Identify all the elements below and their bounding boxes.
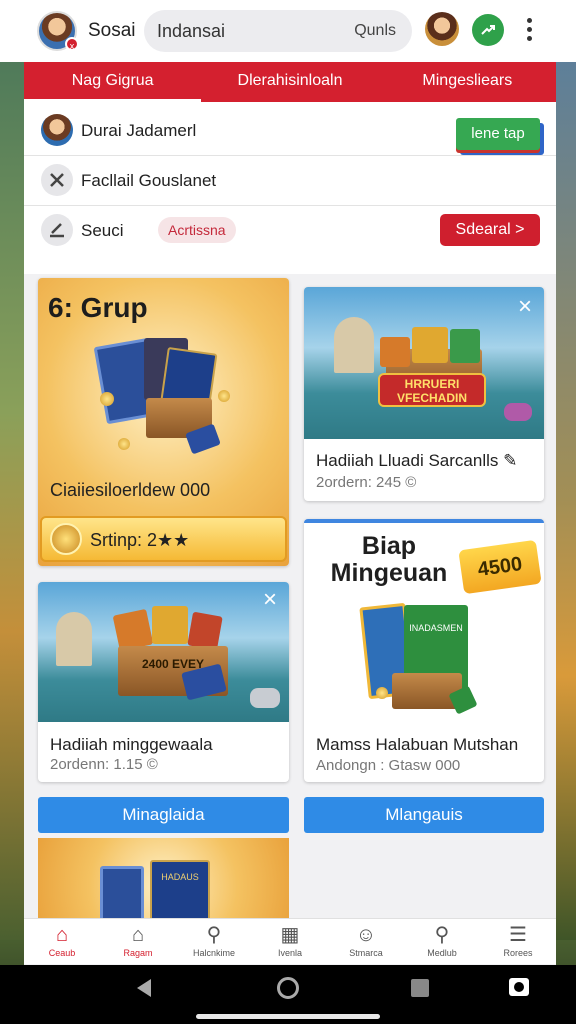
nav-item-grid[interactable]: ▦ Ivenla bbox=[252, 919, 328, 964]
profile-icon: ☺ bbox=[355, 924, 377, 946]
app-title: Sosai bbox=[88, 20, 136, 41]
user-avatar-icon bbox=[41, 114, 73, 146]
gesture-bar[interactable] bbox=[196, 1014, 380, 1019]
pool-scene-image: 2400 EVEY bbox=[38, 582, 289, 722]
home-button-icon[interactable] bbox=[277, 977, 299, 999]
bottom-navigation: ⌂ Ceaub ⌂ Ragam ⚲ Halcnkime ▦ Ivenla ☺ S… bbox=[24, 918, 556, 964]
background-right-edge bbox=[556, 60, 576, 940]
tab-bar: Nag Gigrua Dlerahisinloaln Mingesliears bbox=[24, 62, 556, 102]
list-item[interactable]: Facllail Gouslanet bbox=[24, 154, 556, 206]
action-button[interactable]: lene tap bbox=[456, 118, 540, 150]
nav-item-search[interactable]: ⚲ Halcnkime bbox=[176, 919, 252, 964]
edit-icon bbox=[41, 214, 73, 246]
user-avatar[interactable] bbox=[425, 12, 459, 46]
medal-icon bbox=[50, 523, 82, 555]
card-title: 6: Grup bbox=[48, 292, 148, 323]
reward-card[interactable]: HRRUERI VFECHADIN × Hadiiah Lluadi Sarca… bbox=[304, 287, 544, 501]
recent-apps-icon[interactable] bbox=[411, 979, 429, 997]
rating-pill[interactable]: Srtinp: 2★★ bbox=[40, 516, 287, 562]
trend-button[interactable] bbox=[472, 14, 504, 46]
search-icon: ⚲ bbox=[434, 924, 450, 946]
price-tag: 4500 bbox=[458, 539, 542, 595]
status-chip[interactable]: Acrtissna bbox=[158, 217, 236, 243]
home-icon: ⌂ bbox=[55, 924, 69, 946]
tab-3[interactable]: Mingesliears bbox=[379, 62, 556, 102]
card-caption: Hadiiah Lluadi Sarcanlls ✎ bbox=[316, 451, 518, 470]
list-item[interactable]: Durai Jadamerl lene tap bbox=[24, 104, 556, 156]
nav-item-search-2[interactable]: ⚲ Medlub bbox=[404, 919, 480, 964]
search-value: Indansai bbox=[157, 21, 226, 41]
list-item[interactable]: Seuci Acrtissna Sdearal > bbox=[24, 204, 556, 256]
search-hint: Qunls bbox=[354, 22, 396, 39]
primary-button-left[interactable]: Minaglaida bbox=[38, 797, 289, 833]
close-icon[interactable]: × bbox=[518, 295, 532, 319]
close-icon[interactable]: × bbox=[263, 588, 277, 612]
list-item-label: Facllail Gouslanet bbox=[81, 171, 217, 190]
nav-item-home[interactable]: ⌂ Ceaub bbox=[24, 919, 100, 964]
nav-item-menu[interactable]: ☰ Rorees bbox=[480, 919, 556, 964]
nav-label: Ceaub bbox=[48, 948, 76, 958]
reward-card[interactable]: 2400 EVEY × Hadiiah minggewaala 2ordenn:… bbox=[38, 582, 289, 782]
list-item-label: Seuci bbox=[81, 221, 124, 240]
camera-icon[interactable] bbox=[509, 978, 529, 996]
card-caption: Ciaiiesiloerldew 000 bbox=[50, 480, 211, 500]
nav-label: Stmarca bbox=[349, 948, 383, 958]
background-left-edge bbox=[0, 60, 24, 940]
primary-button-right[interactable]: Mlangauis bbox=[304, 797, 544, 833]
nav-item-store[interactable]: ⌂ Ragam bbox=[100, 919, 176, 964]
list-item-label: Durai Jadamerl bbox=[81, 121, 197, 140]
tab-1[interactable]: Nag Gigrua bbox=[24, 62, 202, 102]
top-app-bar: x Sosai Indansai Qunls bbox=[0, 0, 576, 62]
card-subtext: 2ordern: 245 © bbox=[316, 474, 417, 491]
nav-label: Ivenla bbox=[277, 948, 303, 958]
promo-title: Biap Mingeuan bbox=[330, 532, 448, 587]
search-icon: ⚲ bbox=[206, 924, 222, 946]
profile-avatar[interactable]: x bbox=[37, 11, 79, 51]
notification-list: Durai Jadamerl lene tap Facllail Gouslan… bbox=[24, 102, 556, 274]
store-icon: ⌂ bbox=[131, 924, 145, 946]
grid-icon: ▦ bbox=[280, 924, 300, 946]
promo-card[interactable]: Biap Mingeuan 4500 INADASMEN Mamss Halab… bbox=[304, 519, 544, 782]
featured-card[interactable]: 6: Grup Ciaiiesiloerldew 000 Srtinp: 2★★ bbox=[38, 278, 289, 566]
search-input[interactable]: Indansai Qunls bbox=[144, 10, 412, 52]
trend-arrow-icon bbox=[481, 25, 495, 35]
back-icon[interactable] bbox=[137, 979, 151, 997]
menu-icon: ☰ bbox=[509, 924, 527, 946]
nav-item-profile[interactable]: ☺ Stmarca bbox=[328, 919, 404, 964]
more-menu-icon[interactable] bbox=[520, 18, 538, 44]
pool-scene-image: HRRUERI VFECHADIN bbox=[304, 287, 544, 439]
card-subtext: Andongn : Gtasw 000 bbox=[316, 757, 461, 774]
rating-label: Srtinp: 2★★ bbox=[90, 530, 190, 550]
next-card-preview[interactable]: HADAUS bbox=[38, 838, 289, 926]
card-subtext: 2ordenn: 1.15 © bbox=[50, 756, 158, 773]
nav-label: Halcnkime bbox=[192, 948, 235, 958]
card-caption: Hadiiah minggewaala bbox=[50, 735, 213, 754]
close-icon[interactable] bbox=[41, 164, 73, 196]
avatar-badge: x bbox=[65, 37, 79, 51]
nav-label: Rorees bbox=[503, 948, 533, 958]
search-button[interactable]: Sdearal > bbox=[440, 214, 540, 246]
nav-label: Medlub bbox=[427, 948, 457, 958]
tab-2[interactable]: Dlerahisinloaln bbox=[201, 62, 378, 102]
book-label: HADAUS bbox=[150, 860, 210, 926]
nav-label: Ragam bbox=[123, 948, 153, 958]
card-caption: Mamss Halabuan Mutshan bbox=[316, 735, 519, 754]
banner-label: HRRUERI VFECHADIN bbox=[378, 373, 486, 407]
